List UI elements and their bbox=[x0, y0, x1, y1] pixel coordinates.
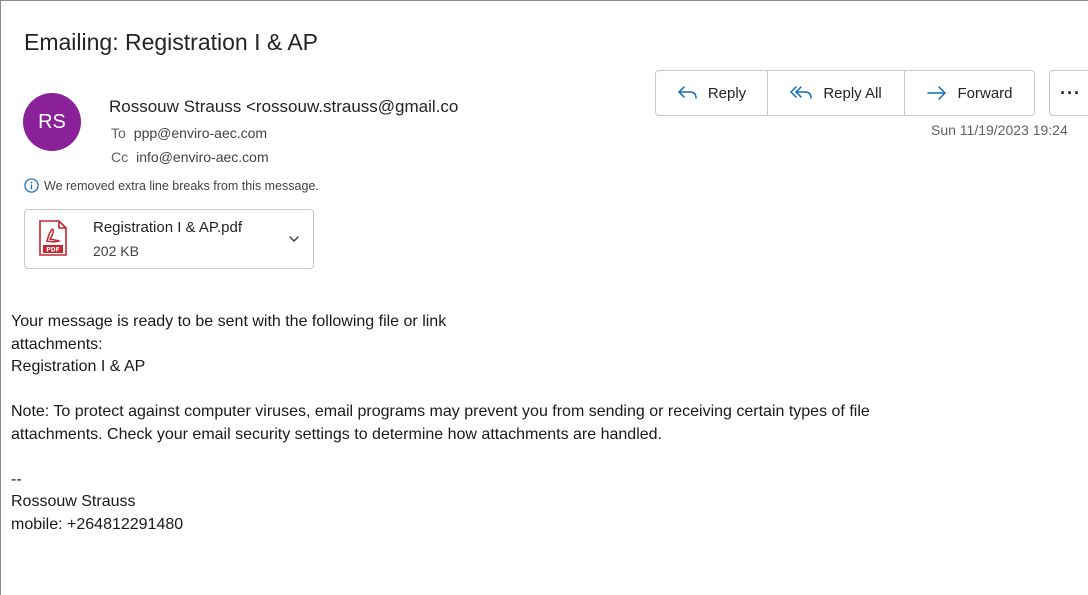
reply-button[interactable]: Reply bbox=[656, 71, 767, 115]
to-label: To bbox=[111, 125, 126, 141]
forward-label: Forward bbox=[957, 84, 1013, 102]
reply-all-label: Reply All bbox=[823, 84, 882, 102]
info-icon bbox=[24, 178, 39, 193]
signature-separator: -- bbox=[11, 470, 22, 488]
info-notice-text: We removed extra line breaks from this m… bbox=[44, 178, 319, 193]
signature-name: Rossouw Strauss bbox=[11, 493, 136, 510]
signature-mobile: mobile: +264812291480 bbox=[11, 515, 184, 533]
reply-icon bbox=[678, 86, 697, 99]
to-recipients: To ppp@enviro-aec.com bbox=[111, 125, 267, 141]
email-reading-pane: Emailing: Registration I & AP RS Rossouw… bbox=[0, 0, 1088, 595]
to-address[interactable]: ppp@enviro-aec.com bbox=[134, 125, 267, 141]
sender-avatar[interactable]: RS bbox=[23, 93, 81, 151]
chevron-down-icon[interactable] bbox=[287, 232, 301, 246]
pdf-icon: PDF bbox=[39, 220, 67, 256]
forward-icon bbox=[927, 86, 947, 100]
body-note: attachments. Check your email security s… bbox=[11, 425, 662, 443]
cc-label: Cc bbox=[111, 149, 129, 165]
reply-all-icon bbox=[790, 86, 813, 99]
reply-label: Reply bbox=[707, 84, 747, 102]
body-line: Your message is ready to be sent with th… bbox=[11, 313, 447, 330]
message-body: Your message is ready to be sent with th… bbox=[11, 311, 1081, 536]
email-subject: Emailing: Registration I & AP bbox=[24, 29, 319, 55]
attachment-card[interactable]: PDF Registration I & AP.pdf 202 KB bbox=[24, 209, 314, 269]
body-attachment-name: Registration I & AP bbox=[11, 358, 146, 375]
more-actions-button[interactable]: ··· bbox=[1049, 70, 1088, 116]
attachment-size: 202 KB bbox=[93, 243, 139, 259]
reply-all-button[interactable]: Reply All bbox=[767, 71, 904, 115]
info-notice: We removed extra line breaks from this m… bbox=[24, 178, 319, 193]
attachment-name: Registration I & AP.pdf bbox=[93, 219, 242, 236]
svg-text:PDF: PDF bbox=[46, 247, 59, 254]
message-actions: Reply Reply All Forward bbox=[655, 70, 1035, 116]
cc-address[interactable]: info@enviro-aec.com bbox=[136, 149, 269, 165]
sender-name[interactable]: Rossouw Strauss <rossouw.strauss@gmail.c… bbox=[109, 97, 459, 117]
forward-button[interactable]: Forward bbox=[904, 71, 1034, 115]
received-timestamp: Sun 11/19/2023 19:24 bbox=[931, 122, 1068, 138]
cc-recipients: Cc info@enviro-aec.com bbox=[111, 149, 269, 165]
body-note: Note: To protect against computer viruse… bbox=[11, 403, 870, 420]
body-line: attachments: bbox=[11, 335, 103, 353]
